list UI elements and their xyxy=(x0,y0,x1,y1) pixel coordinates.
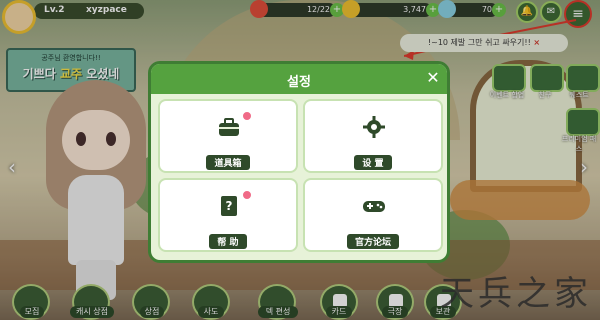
game-screen: Lv.2 xyzpace 12/22 + 3,747 + 70 + 🔔 ✉ ≡ … xyxy=(0,0,600,320)
modal-header: 설정 ✕ xyxy=(151,64,447,94)
toolbox-icon xyxy=(219,118,239,136)
gear-icon xyxy=(363,116,385,138)
forum-tile[interactable]: 官方论坛 xyxy=(303,178,443,252)
toolbox-label-text: 道具箱 xyxy=(206,155,250,170)
help-label: 帮 助 xyxy=(160,230,296,249)
help-label-text: 帮 助 xyxy=(209,234,247,249)
settings-label-text: 设 置 xyxy=(354,155,392,170)
modal-title: 설정 xyxy=(287,75,311,90)
forum-label-text: 官方论坛 xyxy=(346,234,399,249)
settings-label: 设 置 xyxy=(305,151,441,170)
notification-dot-icon xyxy=(242,111,252,121)
svg-text:?: ? xyxy=(226,199,233,213)
help-tile[interactable]: ? 帮 助 xyxy=(158,178,298,252)
settings-tile[interactable]: 设 置 xyxy=(303,99,443,173)
forum-label: 官方论坛 xyxy=(305,230,441,249)
notification-dot-icon xyxy=(242,190,252,200)
gamepad-icon xyxy=(363,201,385,212)
close-icon[interactable]: ✕ xyxy=(425,70,441,86)
settings-modal: 설정 ✕ 道具箱 设 置 ? 帮 助 官方论坛 xyxy=(148,61,450,263)
toolbox-label: 道具箱 xyxy=(160,151,296,170)
help-book-icon: ? xyxy=(221,196,237,216)
toolbox-tile[interactable]: 道具箱 xyxy=(158,99,298,173)
watermark: 天兵之家 xyxy=(440,274,592,314)
